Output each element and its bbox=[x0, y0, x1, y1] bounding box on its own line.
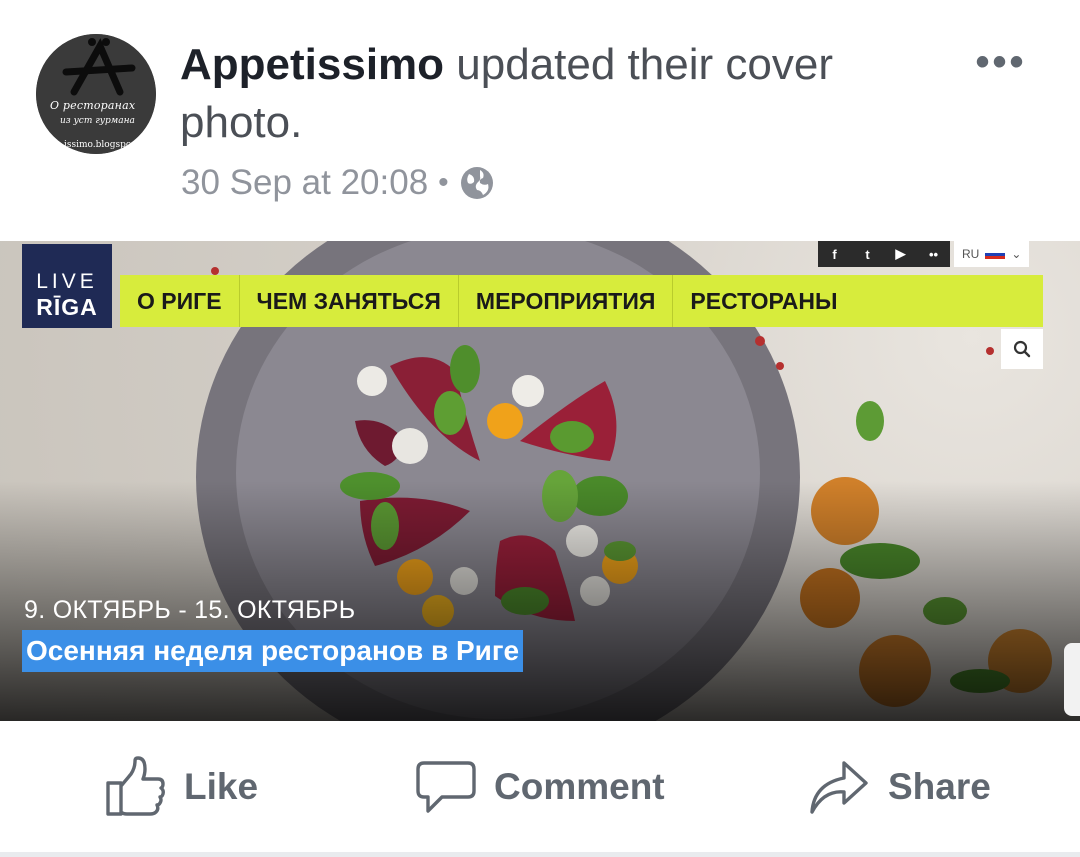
event-title: Осенняя неделя ресторанов в Риге bbox=[22, 630, 524, 672]
chevron-down-icon: ⌄ bbox=[1011, 247, 1022, 261]
comment-icon bbox=[416, 761, 476, 813]
share-button[interactable]: Share bbox=[808, 754, 991, 820]
cover-photo[interactable]: LIVE RĪGA f t ▶ •• RU ⌄ О РИГЕ ЧЕМ ЗАНЯТ… bbox=[0, 241, 1080, 721]
post-meta: 30 Sep at 20:08 • bbox=[181, 160, 495, 206]
language-selector: RU ⌄ bbox=[954, 241, 1030, 267]
event-date-range: 9. ОКТЯБРЬ - 15. ОКТЯБРЬ bbox=[24, 596, 356, 624]
post-divider bbox=[0, 852, 1080, 857]
live-riga-logo: LIVE RĪGA bbox=[22, 244, 112, 328]
twitter-icon: t bbox=[851, 241, 884, 267]
share-arrow-icon bbox=[810, 761, 868, 814]
search-icon bbox=[1001, 329, 1043, 369]
nav-item-about-riga: О РИГЕ bbox=[120, 275, 240, 327]
thumbs-up-icon bbox=[106, 756, 165, 816]
nav-item-events: МЕРОПРИЯТИЯ bbox=[459, 275, 674, 327]
language-code: RU bbox=[962, 247, 980, 261]
social-links: f t ▶ •• RU ⌄ bbox=[818, 241, 1044, 267]
post-header: О ресторанах из уст гурмана issimo.blogs… bbox=[0, 0, 1080, 240]
comment-button[interactable]: Comment bbox=[416, 754, 665, 820]
like-button[interactable]: Like bbox=[104, 754, 258, 820]
share-label: Share bbox=[888, 766, 991, 807]
post-actions: Like Comment Share bbox=[0, 722, 1080, 852]
like-label: Like bbox=[184, 766, 259, 807]
scrollbar-thumb[interactable] bbox=[1064, 643, 1080, 716]
avatar-logo-icon bbox=[36, 34, 156, 154]
more-options-button[interactable]: ••• bbox=[966, 40, 1036, 84]
page-name-link[interactable]: Appetissimo bbox=[180, 40, 444, 89]
avatar-url: issimo.blogspo bbox=[64, 140, 132, 150]
comment-label: Comment bbox=[494, 766, 665, 807]
logo-line-1: LIVE bbox=[36, 270, 98, 293]
youtube-icon: ▶ bbox=[884, 241, 917, 267]
logo-line-2: RĪGA bbox=[36, 294, 98, 320]
page-avatar[interactable]: О ресторанах из уст гурмана issimo.blogs… bbox=[36, 34, 156, 154]
post-timestamp[interactable]: 30 Sep at 20:08 bbox=[181, 163, 428, 203]
post-headline: Appetissimo updated their cover photo. bbox=[180, 36, 920, 152]
nav-item-restaurants: РЕСТОРАНЫ bbox=[690, 287, 838, 314]
russia-flag-icon bbox=[985, 249, 1006, 259]
avatar-tagline-2: из уст гурмана bbox=[60, 116, 135, 126]
avatar-tagline: О ресторанах bbox=[50, 99, 136, 112]
globe-icon[interactable] bbox=[459, 165, 495, 201]
cover-navbar: О РИГЕ ЧЕМ ЗАНЯТЬСЯ МЕРОПРИЯТИЯ РЕСТОРАН… bbox=[120, 275, 1043, 327]
nav-item-things-to-do: ЧЕМ ЗАНЯТЬСЯ bbox=[240, 275, 459, 327]
facebook-icon: f bbox=[818, 241, 851, 267]
meta-separator: • bbox=[438, 166, 449, 199]
flickr-icon: •• bbox=[917, 241, 950, 267]
